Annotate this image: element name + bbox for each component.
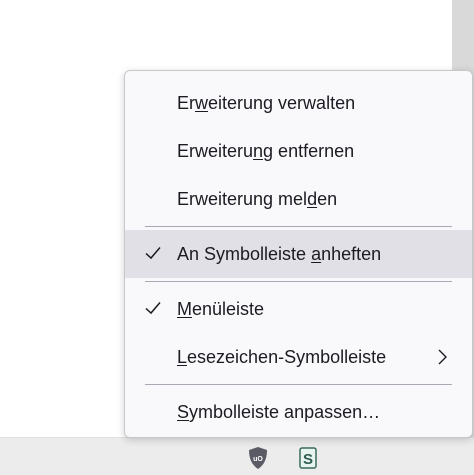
stylus-label: S <box>303 451 313 468</box>
menu-item-label: Erweiterung verwalten <box>177 92 356 113</box>
menu-item-bookmarks-toolbar[interactable]: Lesezeichen-Symbolleiste <box>125 333 472 381</box>
menu-item-customize-toolbar[interactable]: Symbolleiste anpassen… <box>125 388 472 436</box>
menu-item-label: Erweiterung melden <box>177 188 338 209</box>
ublock-origin-icon[interactable]: uO <box>246 446 270 470</box>
stylus-badge-icon: S <box>299 447 317 469</box>
menu-separator <box>145 281 452 282</box>
menu-separator <box>145 384 452 385</box>
extension-context-menu: Erweiterung verwalten Erweiterung entfer… <box>124 70 473 438</box>
checkmark-icon <box>145 247 161 260</box>
menu-item-label: Erweiterung entfernen <box>177 140 355 161</box>
checkmark-icon <box>145 302 161 315</box>
shield-icon: uO <box>249 447 267 469</box>
menu-item-manage-extension[interactable]: Erweiterung verwalten <box>125 79 472 127</box>
menu-item-label: An Symbolleiste anheften <box>177 243 382 264</box>
menu-item-label: Symbolleiste anpassen… <box>177 401 381 422</box>
menu-item-report-extension[interactable]: Erweiterung melden <box>125 175 472 223</box>
menu-item-label: Lesezeichen-Symbolleiste <box>177 346 387 367</box>
menu-item-pin-to-toolbar[interactable]: An Symbolleiste anheften <box>125 230 472 278</box>
menu-item-remove-extension[interactable]: Erweiterung entfernen <box>125 127 472 175</box>
menu-item-menu-bar[interactable]: Menüleiste <box>125 285 472 333</box>
menu-item-label: Menüleiste <box>177 298 265 319</box>
chevron-right-icon <box>438 349 447 365</box>
extension-toolbar: uO S <box>0 437 474 475</box>
ublock-label: uO <box>253 456 263 463</box>
stylus-extension-icon[interactable]: S <box>296 446 320 470</box>
menu-separator <box>145 226 452 227</box>
